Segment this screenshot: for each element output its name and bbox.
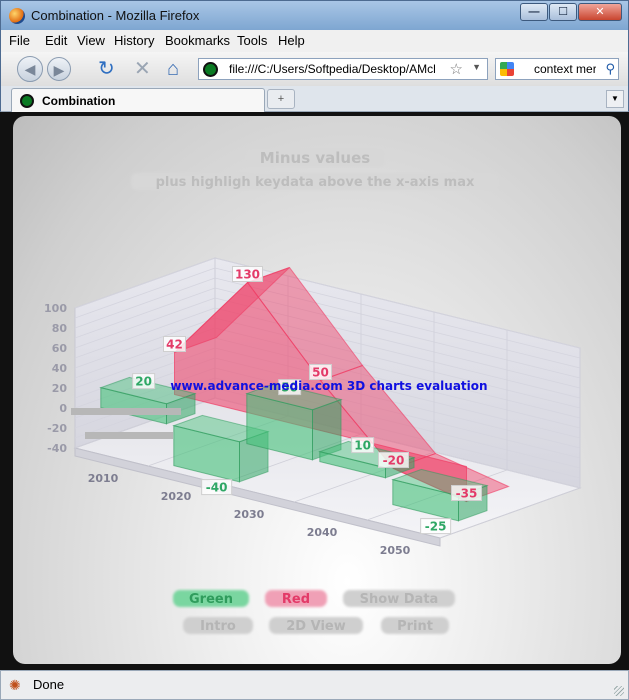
svg-text:-25: -25	[425, 520, 447, 534]
x-tick-label: 2050	[380, 544, 411, 557]
tab-combination[interactable]: Combination	[11, 88, 265, 112]
intro-button[interactable]: Intro	[183, 617, 253, 634]
site-identity-icon[interactable]	[203, 62, 218, 77]
svg-text:-40: -40	[206, 481, 228, 495]
y-tick-label: 60	[52, 342, 68, 355]
svg-text:130: 130	[235, 268, 260, 282]
data-label: 130	[232, 266, 263, 282]
chart-controls: Green Red Show Data Intro 2D View Print	[173, 590, 455, 634]
svg-text:Green[interactable]: Green	[189, 592, 233, 607]
x-tick-label: 2030	[234, 508, 265, 521]
stop-icon[interactable]: ✕	[134, 59, 151, 79]
forward-arrow-icon[interactable]: ▶	[47, 57, 71, 81]
data-label: 20	[132, 373, 156, 390]
data-label: 42	[163, 336, 186, 352]
svg-text:-35: -35	[456, 487, 478, 501]
y-axis-ticks: 100 80 60 40 20 0 -20 -40	[44, 302, 67, 455]
chart-title: Minus values	[260, 149, 370, 167]
tab-label: Combination	[42, 94, 116, 108]
green-toggle-button[interactable]: Green	[173, 590, 249, 607]
firefox-icon	[9, 8, 25, 24]
reload-icon[interactable]: ↻	[98, 59, 115, 79]
google-search-engine-icon[interactable]	[500, 62, 514, 76]
list-all-tabs-icon[interactable]: ▼	[606, 90, 624, 108]
status-text: Done	[33, 677, 65, 692]
y-tick-label: 0	[59, 402, 67, 415]
chart-panel: 100 80 60 40 20 0 -20 -40 2010 2020 2030 2040 2050 …	[13, 116, 621, 664]
y-tick-label: -20	[47, 422, 67, 435]
search-input[interactable]: context mer	[534, 62, 596, 76]
show-data-button[interactable]: Show Data	[343, 590, 455, 607]
bookmark-star-icon[interactable]: ☆	[450, 60, 463, 78]
status-bar: ✺ Done	[0, 670, 629, 700]
menu-tools[interactable]: Tools	[237, 33, 267, 48]
menu-view[interactable]: View	[77, 33, 105, 48]
url-bar[interactable]: file:///C:/Users/Softpedia/Desktop/AMcl …	[198, 58, 488, 80]
back-arrow-icon[interactable]: ◀	[17, 56, 43, 82]
home-icon[interactable]: ⌂	[167, 59, 179, 79]
x-tick-label: 2040	[307, 526, 338, 539]
content-viewport: 100 80 60 40 20 0 -20 -40 2010 2020 2030 2040 2050 …	[0, 112, 629, 670]
menu-file[interactable]: File	[9, 33, 30, 48]
data-label: -20	[378, 452, 409, 468]
new-tab-button[interactable]: +	[267, 89, 295, 109]
2d-view-button[interactable]: 2D View	[269, 617, 363, 634]
resize-grip-icon[interactable]	[614, 686, 624, 696]
minimize-button[interactable]: —	[520, 3, 548, 21]
window-title: Combination - Mozilla Firefox	[31, 8, 200, 23]
chart-title-group: Minus values plus highligh keydata above…	[131, 149, 499, 190]
title-bar: Combination - Mozilla Firefox — ☐ ✕	[0, 0, 629, 30]
maximize-button[interactable]: ☐	[549, 3, 577, 21]
x-tick-label: 2010	[88, 472, 119, 485]
svg-text:Print[interactable]: Print	[397, 619, 433, 634]
scroll-indicator-bar-2	[85, 432, 173, 439]
data-label: 50	[309, 364, 332, 380]
y-tick-label: 20	[52, 382, 68, 395]
print-button[interactable]: Print	[381, 617, 449, 634]
chart-svg: 100806040200-20-40 20102020203020402050 …	[44, 149, 582, 634]
navigation-toolbar: ◀ ▶ ↻ ✕ ⌂ file:///C:/Users/Softpedia/Des…	[0, 52, 629, 86]
data-label: -25	[420, 518, 452, 535]
search-icon[interactable]: ⚲	[605, 61, 615, 77]
scroll-indicator-bar	[71, 408, 181, 415]
menu-help[interactable]: Help	[278, 33, 305, 48]
url-text[interactable]: file:///C:/Users/Softpedia/Desktop/AMcl	[229, 62, 447, 76]
chart-subtitle: plus highligh keydata above the x-axis m…	[156, 175, 475, 190]
svg-text:42: 42	[166, 338, 183, 352]
x-tick-label: 2020	[161, 490, 192, 503]
svg-text:Show Data[interactable]: Show Data	[360, 592, 439, 607]
svg-text:Red[interactable]: Red	[282, 592, 310, 607]
y-tick-label: 80	[52, 322, 68, 335]
svg-text:-20: -20	[383, 454, 405, 468]
svg-text:Intro[interactable]: Intro	[200, 619, 236, 634]
svg-text:10: 10	[354, 439, 371, 453]
y-tick-label: 40	[52, 362, 68, 375]
y-tick-label: 100	[44, 302, 67, 315]
y-tick-label: -40	[47, 442, 67, 455]
data-label: -35	[451, 485, 482, 501]
svg-text:50: 50	[312, 366, 329, 380]
svg-text:20: 20	[135, 375, 152, 389]
evaluation-watermark: www.advance-media.com 3D charts evaluati…	[170, 379, 487, 393]
firebug-icon[interactable]: ✺	[9, 677, 21, 694]
data-label: -40	[201, 479, 233, 496]
menu-edit[interactable]: Edit	[45, 33, 67, 48]
data-label: 10	[351, 437, 375, 454]
tab-bar: Combination + ▼	[0, 86, 629, 112]
search-bar[interactable]: context mer ⚲	[495, 58, 619, 80]
red-toggle-button[interactable]: Red	[265, 590, 327, 607]
menu-bookmarks[interactable]: Bookmarks	[165, 33, 230, 48]
url-dropdown-icon[interactable]: ▼	[472, 62, 481, 72]
menu-history[interactable]: History	[114, 33, 154, 48]
tab-favicon-icon	[20, 94, 34, 108]
close-button[interactable]: ✕	[578, 3, 622, 21]
menu-bar: File Edit View History Bookmarks Tools H…	[0, 30, 629, 52]
svg-text:2D View[interactable]: 2D View	[286, 619, 345, 634]
